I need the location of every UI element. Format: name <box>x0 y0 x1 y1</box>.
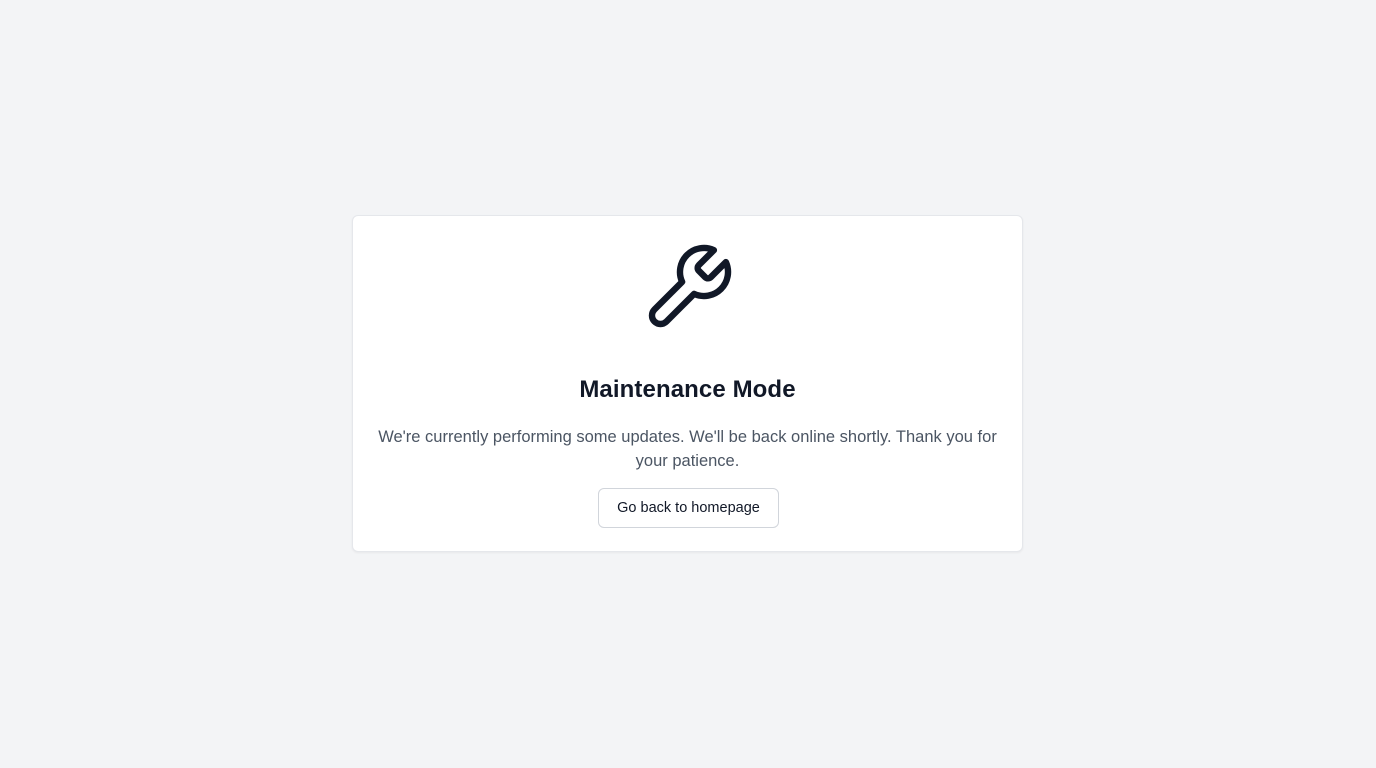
wrench-icon <box>640 240 736 336</box>
go-home-button[interactable]: Go back to homepage <box>598 488 779 528</box>
maintenance-card: Maintenance Mode We're currently perform… <box>352 215 1023 552</box>
maintenance-message: We're currently performing some updates.… <box>378 428 997 470</box>
page-title: Maintenance Mode <box>579 376 796 403</box>
